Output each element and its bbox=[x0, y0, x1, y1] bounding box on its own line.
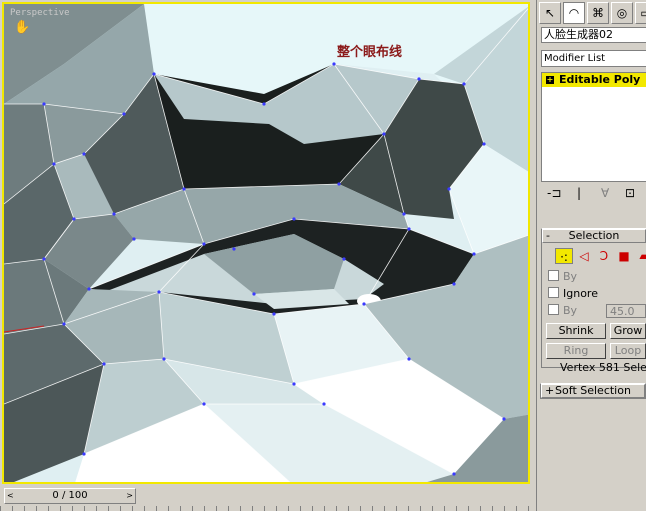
selection-rollout-header[interactable]: - Selection bbox=[542, 229, 646, 243]
edge-icon[interactable]: ◁ bbox=[575, 248, 593, 264]
stack-toolbar: -⊐ | ∀ ⊡ bbox=[541, 186, 646, 204]
checkbox-box bbox=[548, 270, 559, 281]
modifier-list-dropdown[interactable]: Modifier List bbox=[541, 50, 646, 67]
frame-counter: 0 / 100 bbox=[52, 490, 88, 501]
ignore-label: Ignore bbox=[563, 287, 598, 300]
display-tab[interactable]: ▭ bbox=[635, 2, 646, 24]
vertex-selection-info: Vertex 581 Selected bbox=[560, 361, 646, 374]
ignore-backfacing-checkbox[interactable]: Ignore bbox=[548, 287, 598, 300]
hand-pan-icon: ✋ bbox=[14, 20, 31, 35]
checkbox-box bbox=[548, 287, 559, 298]
motion-tab[interactable]: ◎ bbox=[611, 2, 633, 24]
stack-item-editable-poly[interactable]: + Editable Poly bbox=[542, 73, 646, 87]
ring-button[interactable]: Ring bbox=[546, 343, 606, 359]
modify-tab[interactable]: ◠ bbox=[563, 2, 585, 24]
soft-selection-rollout-header[interactable]: + Soft Selection bbox=[541, 384, 645, 398]
display-icon: ▭ bbox=[640, 6, 646, 20]
by-vertex-label: By bbox=[563, 270, 578, 283]
time-slider-left-arrow[interactable]: < bbox=[7, 489, 14, 503]
polygon-icon[interactable]: ■ bbox=[615, 248, 633, 264]
perspective-viewport[interactable]: Perspective ✋ 整个眼布线 bbox=[2, 2, 530, 484]
create-tab[interactable]: ↖ bbox=[539, 2, 561, 24]
make-unique-icon: ∀ bbox=[601, 186, 610, 200]
shrink-button[interactable]: Shrink bbox=[546, 323, 606, 339]
soft-selection-rollout: + Soft Selection bbox=[540, 383, 646, 399]
modifier-stack: + Editable Poly bbox=[541, 72, 646, 182]
hierarchy-tab[interactable]: ⌘ bbox=[587, 2, 609, 24]
motion-icon: ◎ bbox=[616, 6, 628, 20]
command-panel-tabs: ↖ ◠ ⌘ ◎ ▭ bbox=[539, 2, 646, 24]
by-vertex-checkbox[interactable]: By bbox=[548, 270, 577, 283]
angle-spinner[interactable]: 45.0 bbox=[606, 304, 646, 318]
time-bar: < 0 / 100 > bbox=[0, 486, 536, 511]
border-icon[interactable]: Ɔ bbox=[595, 248, 613, 264]
hierarchy-icon: ⌘ bbox=[592, 6, 604, 20]
bend-icon: ◠ bbox=[568, 6, 580, 20]
by-angle-checkbox[interactable]: By bbox=[548, 304, 577, 317]
viewport-label[interactable]: Perspective bbox=[10, 8, 70, 18]
selection-title: Selection bbox=[568, 229, 620, 242]
object-name-field[interactable]: 人脸生成器02 bbox=[541, 27, 646, 43]
by-angle-label: By bbox=[563, 304, 578, 317]
track-bar-ticks[interactable] bbox=[0, 506, 536, 511]
expand-toggle[interactable]: + bbox=[546, 76, 554, 84]
checkbox-box bbox=[548, 304, 559, 315]
time-slider[interactable]: < 0 / 100 > bbox=[4, 488, 136, 504]
subobject-level-icons: ·: ◁ Ɔ ■ ▰ bbox=[555, 248, 646, 266]
soft-selection-title: Soft Selection bbox=[555, 384, 631, 397]
vertex-icon[interactable]: ·: bbox=[555, 248, 573, 264]
stack-item-label: Editable Poly bbox=[559, 73, 641, 86]
time-slider-right-arrow[interactable]: > bbox=[126, 489, 133, 503]
annotation-text: 整个眼布线 bbox=[337, 45, 403, 60]
element-icon[interactable]: ▰ bbox=[635, 248, 646, 264]
pin-stack-icon[interactable]: -⊐ bbox=[547, 186, 561, 200]
viewport-mesh[interactable] bbox=[4, 4, 530, 484]
grow-button[interactable]: Grow bbox=[610, 323, 646, 339]
arrow-cursor-icon: ↖ bbox=[544, 6, 556, 20]
command-panel: ↖ ◠ ⌘ ◎ ▭ 人脸生成器02 Modifier List + Editabl… bbox=[536, 0, 646, 511]
show-end-result-icon[interactable]: | bbox=[577, 186, 581, 200]
loop-button[interactable]: Loop bbox=[610, 343, 646, 359]
configure-sets-icon[interactable]: ⊡ bbox=[625, 186, 635, 200]
